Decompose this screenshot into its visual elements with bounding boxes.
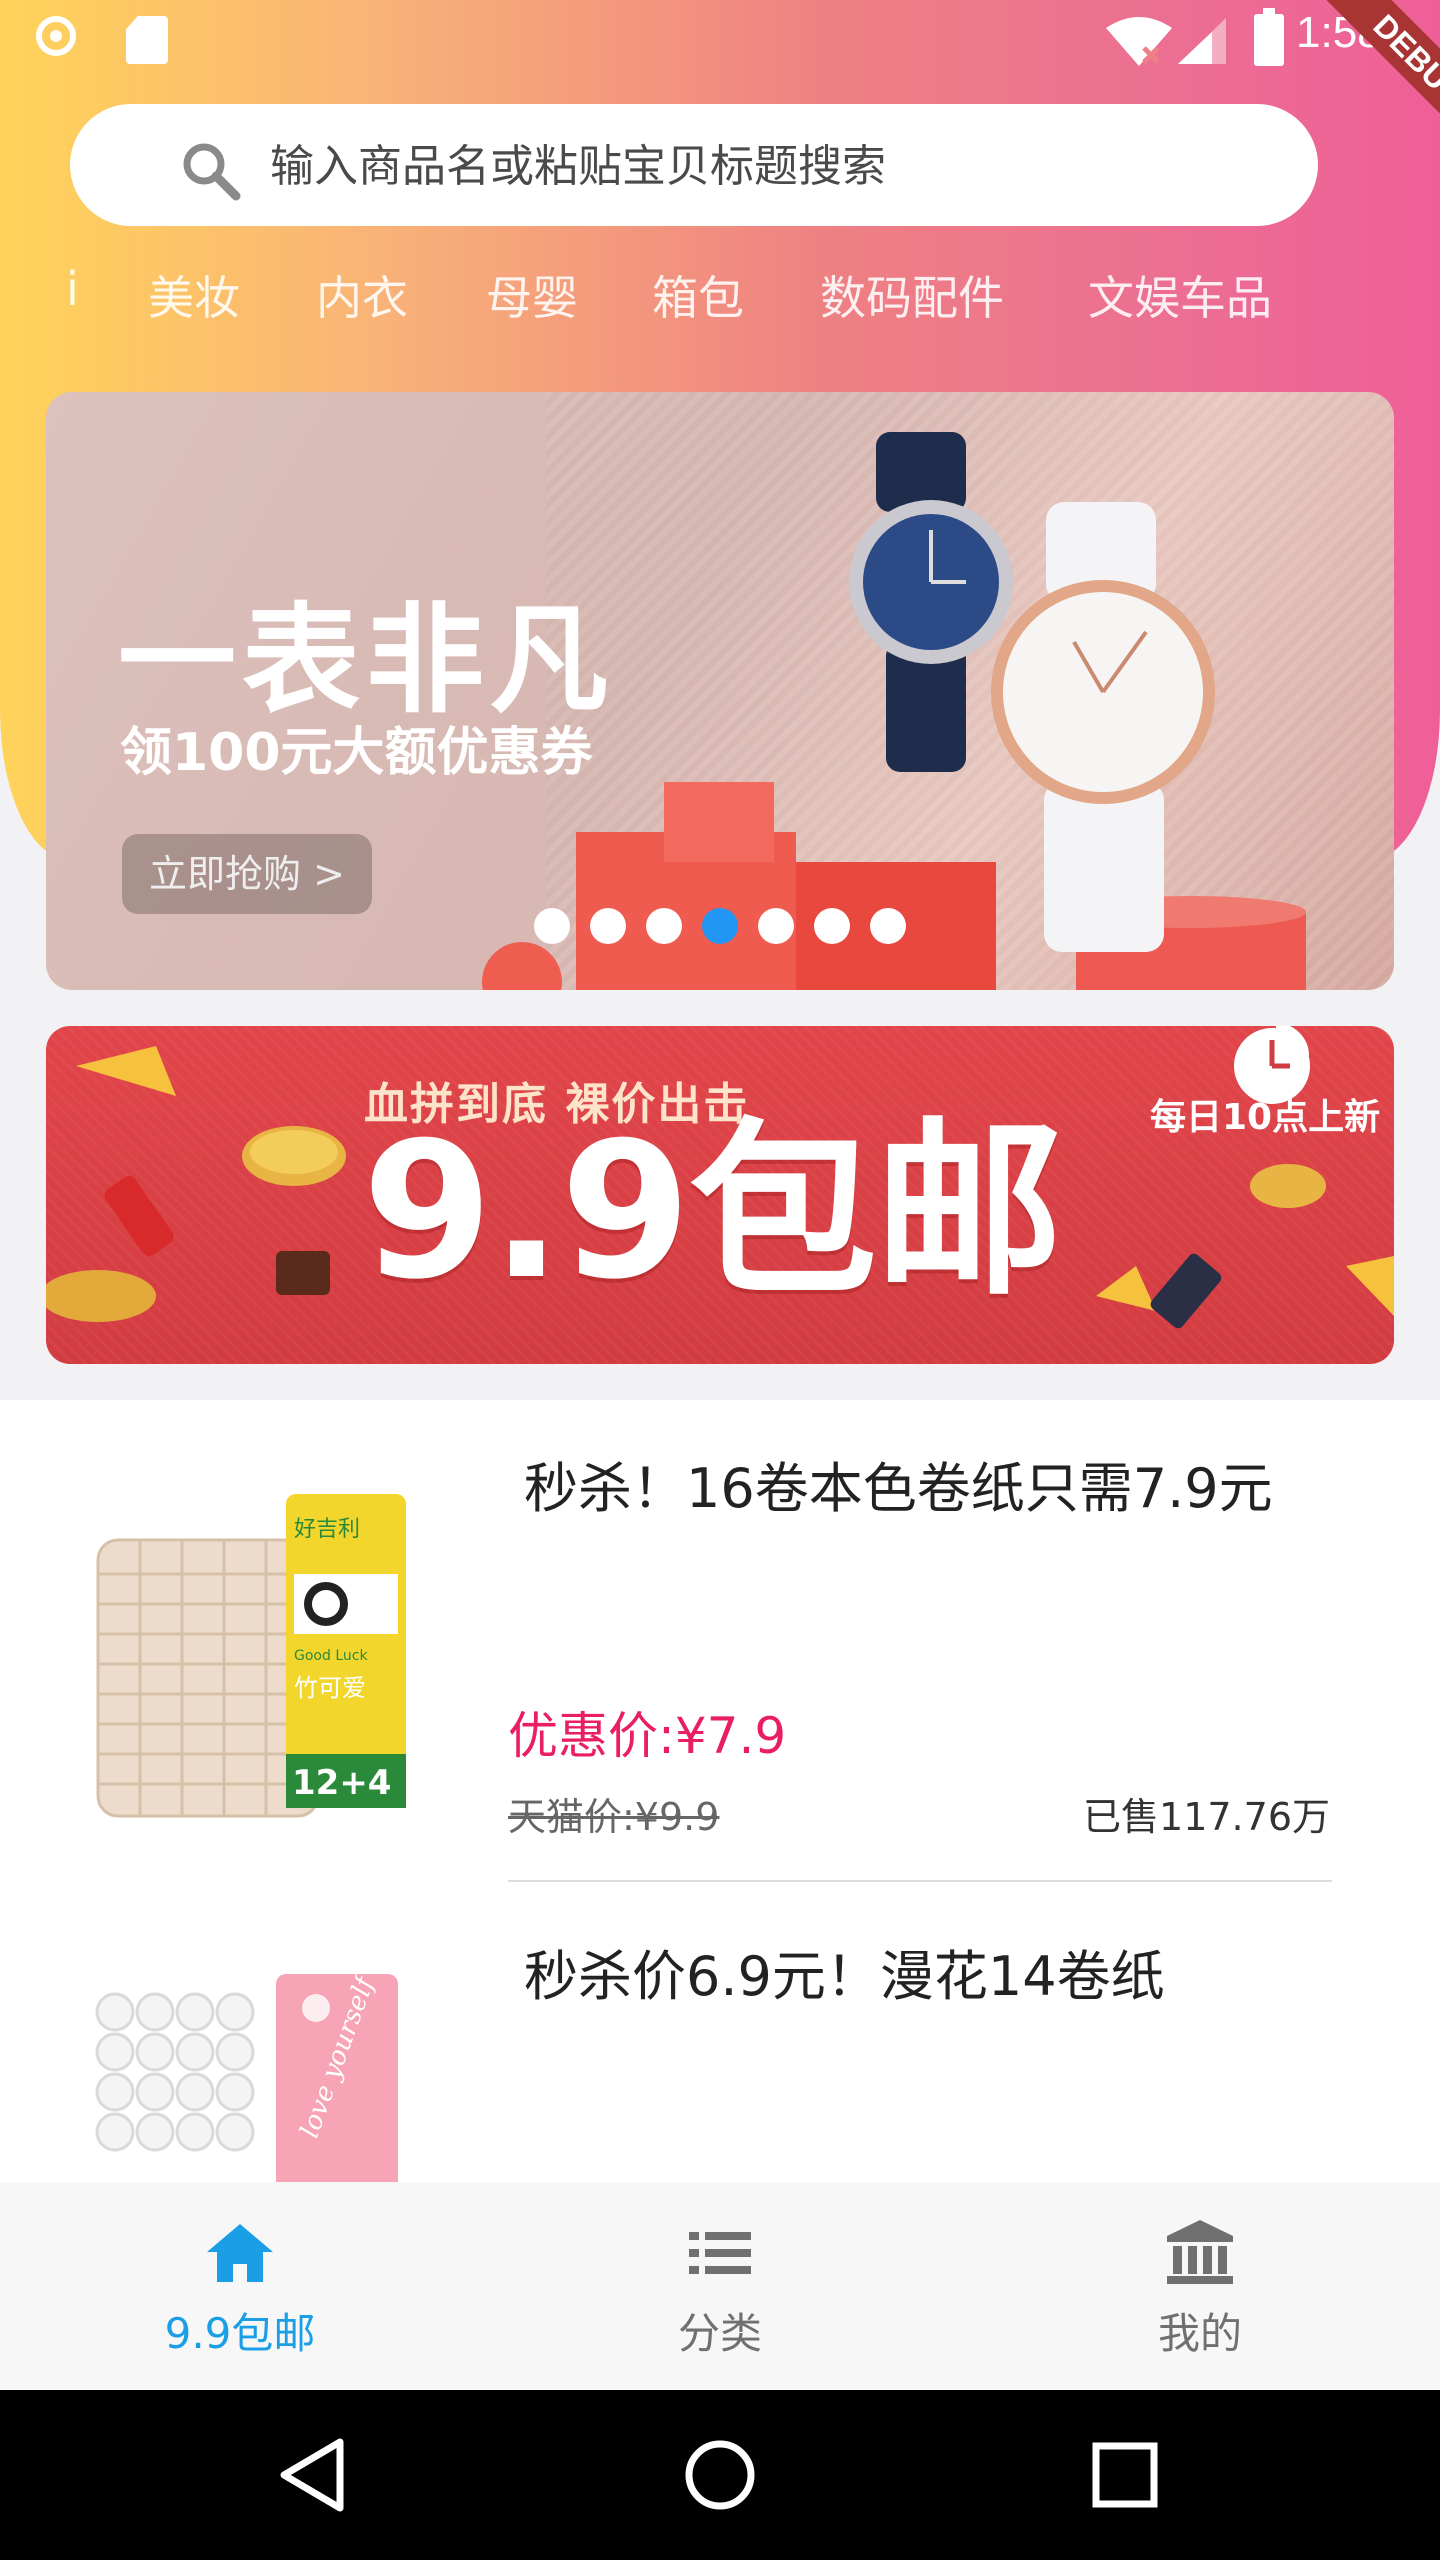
carousel-dot[interactable] (534, 908, 570, 944)
carousel-dot[interactable] (870, 908, 906, 944)
nav-label-mine: 我的 (1157, 2309, 1242, 2358)
wifi-icon (1106, 17, 1172, 66)
sd-card-icon (126, 16, 168, 64)
category-tab-baby[interactable]: 母婴 (486, 262, 578, 328)
promo-headline: 9.9包邮 (362, 1102, 1063, 1321)
toilet-paper-product-image: love yourself (95, 1969, 398, 2182)
carousel-indicator (534, 908, 954, 948)
category-tab-digital[interactable]: 数码配件 (820, 262, 1004, 328)
category-tab-entertainment[interactable]: 文娱车品 (1088, 262, 1272, 328)
search-icon (183, 143, 241, 201)
home-icon (207, 2224, 273, 2282)
carousel-dot[interactable] (646, 908, 682, 944)
nav-item-mine[interactable]: 我的 (960, 2182, 1440, 2390)
product-item[interactable]: 好吉利 Good Luck 竹可爱 12+4 秒杀！16卷本色卷纸只需7.9元 … (0, 1400, 1440, 1888)
category-tab-bags[interactable]: 箱包 (652, 262, 744, 328)
banner-carousel[interactable]: 一表非凡 领100元大额优惠券 立即抢购 > (46, 392, 1394, 990)
product-item[interactable]: love yourself 秒杀价6.9元！漫花14卷纸 (0, 1888, 1440, 2182)
product-image-slogan: Good Luck (294, 1648, 368, 1664)
toilet-paper-product-image: 好吉利 Good Luck 竹可爱 12+4 (96, 1494, 406, 1818)
product-title: 秒杀价6.9元！漫花14卷纸 (524, 1945, 1165, 2008)
product-image-name: 竹可爱 (294, 1674, 366, 1702)
product-title: 秒杀！16卷本色卷纸只需7.9元 (524, 1457, 1273, 1520)
carousel-dot[interactable] (590, 908, 626, 944)
carousel-dot-active[interactable] (702, 908, 738, 944)
category-tab-underwear[interactable]: 内衣 (316, 262, 408, 328)
nav-item-category[interactable]: 分类 (480, 2182, 960, 2390)
nav-label-home: 9.9包邮 (164, 2309, 316, 2358)
status-circle-icon (36, 16, 76, 56)
product-original-price: 天猫价:¥9.9 (508, 1795, 720, 1839)
product-image-count: 12+4 (292, 1763, 391, 1803)
back-icon[interactable] (270, 2430, 360, 2520)
carousel-dot[interactable] (758, 908, 794, 944)
nav-item-home[interactable]: 9.9包邮 (0, 2182, 480, 2390)
home-circle-icon[interactable] (675, 2430, 765, 2520)
promo-banner[interactable]: 血拼到底 裸价出击 9.9包邮 每日10点上新 (46, 1026, 1394, 1364)
divider (508, 1880, 1332, 1882)
debug-label: DEBUG (1318, 0, 1440, 163)
bottom-navigation: 9.9包邮 分类 我的 (0, 2182, 1440, 2390)
category-tab-beauty[interactable]: 美妆 (148, 262, 240, 328)
category-tab[interactable]: i (66, 262, 79, 316)
nav-label-category: 分类 (677, 2309, 762, 2358)
product-sold-count: 已售117.76万 (1083, 1795, 1330, 1839)
recents-icon[interactable] (1080, 2430, 1170, 2520)
promo-tag: 每日10点上新 (1150, 1097, 1381, 1138)
carousel-dot[interactable] (814, 908, 850, 944)
product-list: 好吉利 Good Luck 竹可爱 12+4 秒杀！16卷本色卷纸只需7.9元 … (0, 1400, 1440, 2182)
list-icon (689, 2232, 751, 2274)
product-image-brand: 好吉利 (294, 1517, 360, 1542)
product-price: 优惠价:¥7.9 (508, 1707, 787, 1765)
category-tabs: i 美妆 内衣 母婴 箱包 数码配件 文娱车品 (0, 262, 1440, 338)
bank-icon (1167, 2220, 1233, 2284)
signal-icon (1178, 18, 1226, 64)
carousel-subtitle: 领100元大额优惠券 (120, 723, 593, 783)
system-navigation-bar (0, 2390, 1440, 2560)
buy-now-button[interactable]: 立即抢购 > (122, 834, 372, 914)
search-input[interactable] (270, 124, 1230, 208)
